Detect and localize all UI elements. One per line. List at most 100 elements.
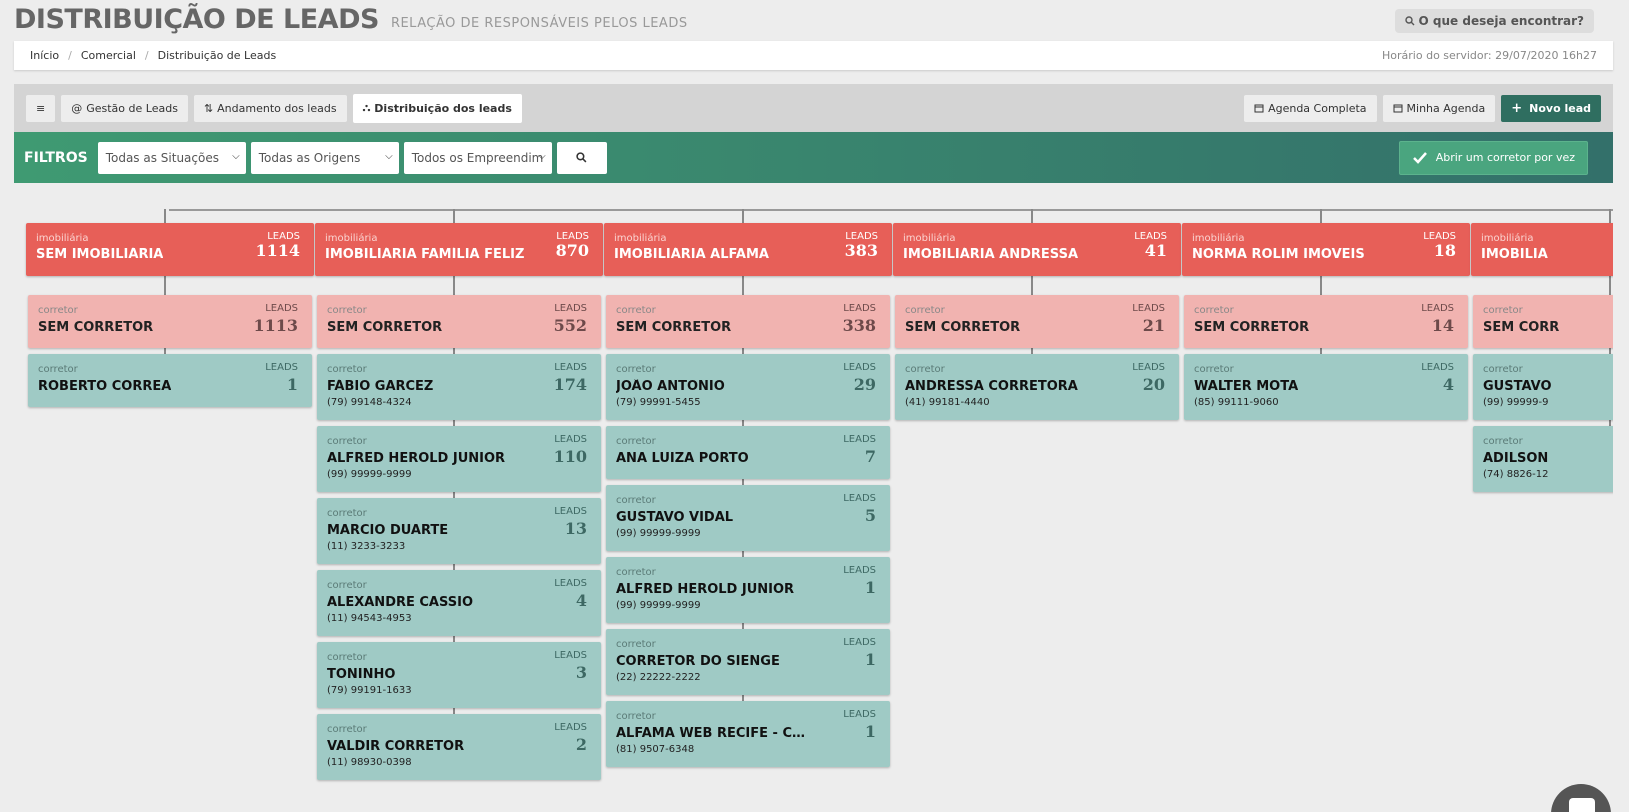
broker-phone: (74) 8826-12 (1483, 469, 1549, 480)
broker-card[interactable]: corretor VALDIR CORRETOR LEADS 2 (11) 98… (317, 714, 601, 780)
broker-leads-count: 1113 (253, 316, 298, 335)
leads-label: LEADS (554, 434, 587, 445)
imob-name: SEM IMOBILIÁRIA (36, 247, 164, 262)
sem-corretor-card[interactable]: corretor SEM CORR LEADS (1473, 295, 1613, 348)
broker-name: SEM CORRETOR (616, 320, 732, 335)
broker-type-label: corretor (1194, 364, 1234, 375)
global-search-button[interactable]: O que deseja encontrar? (1394, 9, 1594, 33)
breadcrumb-item-comercial[interactable]: Comercial (81, 49, 136, 62)
leads-label: LEADS (843, 362, 876, 373)
broker-card[interactable]: corretor ANA LUIZA PORTO LEADS 7 (606, 426, 890, 479)
broker-card[interactable]: corretor ROBERTO CORREA LEADS 1 (28, 354, 312, 407)
imob-name: IMOBILIÁ (1481, 247, 1548, 262)
broker-card[interactable]: corretor ALFRED HEROLD JUNIOR LEADS 110 … (317, 426, 601, 492)
tab-label: Andamento dos leads (217, 101, 337, 115)
broker-card[interactable]: corretor JOÃO ANTÔNIO LEADS 29 (79) 9999… (606, 354, 890, 420)
imob-leads-count: 41 (1144, 241, 1167, 260)
imob-card[interactable]: imobiliária IMOBILIÁRIA ANDRESSA LEADS 4… (893, 223, 1181, 276)
broker-card[interactable]: corretor ADILSON LEADS (74) 8826-12 (1473, 426, 1613, 492)
broker-type-label: corretor (327, 724, 367, 735)
broker-type-label: corretor (616, 639, 656, 650)
broker-phone: (79) 99991-5455 (616, 397, 701, 408)
title-row: DISTRIBUIÇÃO DE LEADS RELAÇÃO DE RESPONS… (14, 4, 688, 35)
org-tree: imobiliária SEM IMOBILIÁRIA LEADS 1114 c… (14, 183, 1613, 812)
broker-card[interactable]: corretor CORRETOR DO SIENGE LEADS 1 (22)… (606, 629, 890, 695)
minha-agenda-button[interactable]: Minha Agenda (1382, 94, 1496, 122)
broker-card[interactable]: corretor GUSTAVO VIDAL LEADS 5 (99) 9999… (606, 485, 890, 551)
leads-label: LEADS (843, 709, 876, 720)
broker-name: TONINHO (327, 667, 396, 682)
broker-type-label: corretor (905, 305, 945, 316)
sem-corretor-card[interactable]: corretor SEM CORRETOR LEADS 1113 (28, 295, 312, 348)
broker-card[interactable]: corretor TONINHO LEADS 3 (79) 99191-1633 (317, 642, 601, 708)
filter-search-button[interactable] (556, 141, 607, 174)
broker-leads-count: 20 (1142, 375, 1165, 394)
sem-corretor-card[interactable]: corretor SEM CORRETOR LEADS 21 (895, 295, 1179, 348)
toolbar-actions: Agenda Completa Minha Agenda + Novo lead (1244, 94, 1601, 122)
calendar-icon (1393, 104, 1403, 113)
broker-name: SEM CORRETOR (38, 320, 154, 335)
broker-card[interactable]: corretor FÁBIO GARCEZ LEADS 174 (79) 991… (317, 354, 601, 420)
broker-type-label: corretor (38, 364, 78, 375)
imob-card[interactable]: imobiliária SEM IMOBILIÁRIA LEADS 1114 (26, 223, 314, 276)
imob-type-label: imobiliária (1192, 233, 1245, 244)
breadcrumb: Início / Comercial / Distribuição de Lea… (14, 41, 1613, 70)
toolbar: ≡ @ Gestão de Leads ⇅ Andamento dos leads … (14, 84, 1613, 132)
origem-select[interactable]: Todas as Origens ⌵ (250, 141, 399, 174)
agenda-completa-button[interactable]: Agenda Completa (1244, 94, 1377, 122)
sem-corretor-card[interactable]: corretor SEM CORRETOR LEADS 14 (1184, 295, 1468, 348)
imob-type-label: imobiliária (614, 233, 667, 244)
server-time: Horário do servidor: 29/07/2020 16h27 (1382, 49, 1597, 62)
breadcrumb-item-inicio[interactable]: Início (30, 49, 59, 62)
tree-connector (1320, 209, 1322, 223)
abrir-corretor-label: Abrir um corretor por vez (1435, 151, 1575, 164)
imob-type-label: imobiliária (325, 233, 378, 244)
menu-toggle-button[interactable]: ≡ (26, 94, 56, 122)
leads-label: LEADS (1132, 303, 1165, 314)
global-search-label: O que deseja encontrar? (1418, 14, 1584, 28)
broker-type-label: corretor (616, 305, 656, 316)
broker-type-label: corretor (616, 567, 656, 578)
empreendimento-select-value: Todos os Empreendim (411, 150, 544, 165)
broker-card[interactable]: corretor ALEXANDRE CASSIO LEADS 4 (11) 9… (317, 570, 601, 636)
broker-card[interactable]: corretor MARCIO DUARTE LEADS 13 (11) 323… (317, 498, 601, 564)
imob-card[interactable]: imobiliária IMOBILIÁRIA FAMÍLIA FELIZ LE… (315, 223, 603, 276)
tab-distribuicao-dos-leads[interactable]: ⛬ Distribuição dos leads (352, 93, 522, 123)
tab-andamento-dos-leads[interactable]: ⇅ Andamento dos leads (193, 94, 347, 122)
broker-type-label: corretor (616, 364, 656, 375)
novo-lead-label: Novo lead (1529, 101, 1591, 115)
broker-type-label: corretor (327, 305, 367, 316)
tree-connector (453, 209, 455, 223)
broker-name: CORRETOR DO SIENGE (616, 654, 780, 669)
search-icon (1404, 16, 1415, 26)
broker-phone: (11) 94543-4953 (327, 613, 412, 624)
broker-leads-count: 4 (1442, 375, 1454, 394)
check-icon (1412, 151, 1427, 164)
broker-card[interactable]: corretor WALTER MOTA LEADS 4 (85) 99111-… (1184, 354, 1468, 420)
broker-phone: (79) 99148-4324 (327, 397, 412, 408)
leads-label: LEADS (554, 303, 587, 314)
tab-gestao-de-leads[interactable]: @ Gestão de Leads (61, 94, 188, 122)
abrir-corretor-button[interactable]: Abrir um corretor por vez (1398, 140, 1588, 175)
broker-card[interactable]: corretor GUSTAVO LEADS (99) 99999-9 (1473, 354, 1613, 420)
novo-lead-button[interactable]: + Novo lead (1501, 94, 1601, 122)
situacao-select[interactable]: Todas as Situações ⌵ (97, 141, 246, 174)
chevron-down-icon: ⌵ (538, 150, 546, 162)
imob-card[interactable]: imobiliária NORMA ROLIM IMOVEIS LEADS 18 (1182, 223, 1470, 276)
imob-card[interactable]: imobiliária IMOBILIÁRIA ALFAMA LEADS 383 (604, 223, 892, 276)
leads-label: LEADS (265, 303, 298, 314)
broker-name: SEM CORRETOR (327, 320, 443, 335)
imob-name: IMOBILIÁRIA ANDRESSA (903, 247, 1079, 262)
empreendimento-select[interactable]: Todos os Empreendim ⌵ (403, 141, 552, 174)
broker-leads-count: 3 (575, 663, 587, 682)
imob-card[interactable]: imobiliária IMOBILIÁ LEADS (1471, 223, 1613, 276)
broker-card[interactable]: corretor ANDRESSA CORRETORA LEADS 20 (41… (895, 354, 1179, 420)
leads-label: LEADS (554, 650, 587, 661)
broker-type-label: corretor (1483, 436, 1523, 447)
broker-card[interactable]: corretor ALFAMA WEB RECIFE - CORR... LEA… (606, 701, 890, 767)
broker-card[interactable]: corretor ALFRED HEROLD JUNIOR LEADS 1 (9… (606, 557, 890, 623)
sem-corretor-card[interactable]: corretor SEM CORRETOR LEADS 338 (606, 295, 890, 348)
sem-corretor-card[interactable]: corretor SEM CORRETOR LEADS 552 (317, 295, 601, 348)
broker-leads-count: 1 (286, 375, 298, 394)
broker-leads-count: 13 (564, 519, 587, 538)
